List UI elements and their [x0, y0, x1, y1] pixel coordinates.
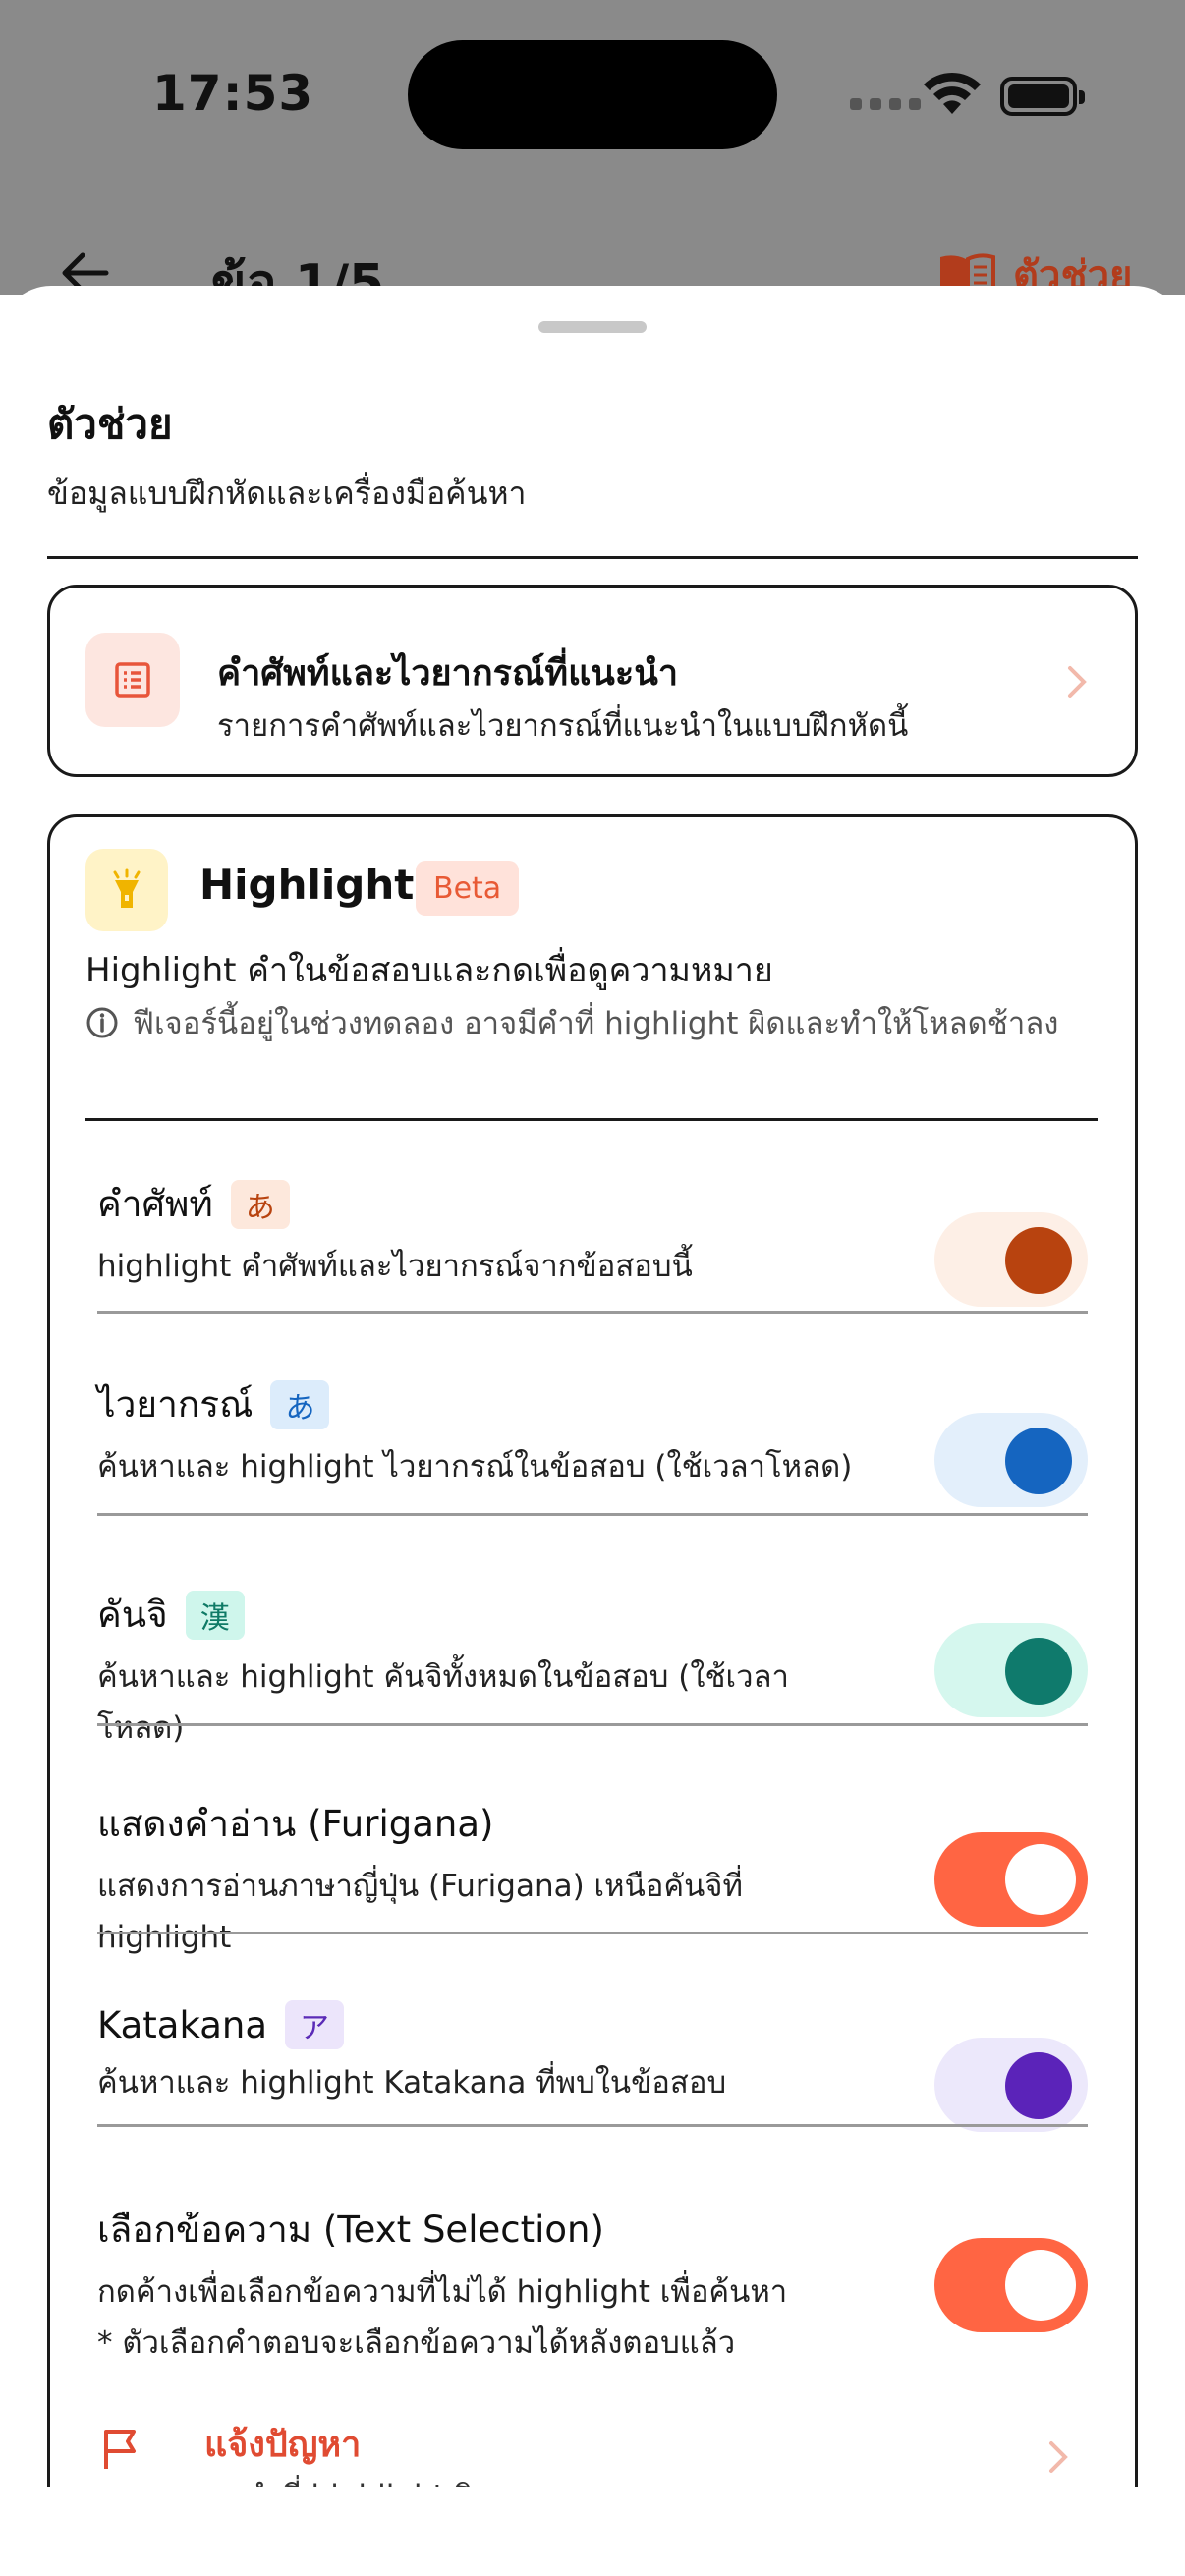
- beta-badge: Beta: [416, 861, 520, 916]
- setting-title-row: คำศัพท์ あ: [97, 1175, 1088, 1233]
- highlight-description: Highlight คำในข้อสอบและกดเพื่อดูความหมาย: [85, 951, 773, 990]
- list-icon: [85, 633, 180, 727]
- setting-description: ค้นหาและ highlight Katakana ที่พบในข้อสอ…: [97, 2065, 727, 2100]
- divider: [97, 1513, 1088, 1516]
- setting-title: แสดงคำอ่าน (Furigana): [97, 1803, 494, 1845]
- help-bottom-sheet: ตัวช่วย ข้อมูลแบบฝึกหัดและเครื่องมือค้นห…: [0, 286, 1185, 2487]
- highlight-note-text: ฟีเจอร์นี้อยู่ในช่วงทดลอง อาจมีคำที่ hig…: [133, 1006, 1059, 1041]
- setting-row-furigana: แสดงคำอ่าน (Furigana) แสดงการอ่านภาษาญี่ป…: [97, 1795, 1088, 1963]
- highlight-note: ฟีเจอร์นี้อยู่ในช่วงทดลอง อาจมีคำที่ hig…: [85, 1000, 1088, 1047]
- highlight-card: Highlight Beta Highlight คำในข้อสอบและกด…: [47, 814, 1138, 2487]
- chevron-right-icon: [1068, 666, 1087, 698]
- setting-description: กดค้างเพื่อเลือกข้อความที่ไม่ได้ highlig…: [97, 2274, 788, 2361]
- setting-row-katakana: Katakana ア ค้นหาและ highlight Katakana ที่…: [97, 2000, 1088, 2132]
- setting-title: คำศัพท์: [97, 1183, 213, 1225]
- setting-row-text-selection: เลือกข้อความ (Text Selection) กดค้างเพื่อ…: [97, 2201, 1088, 2369]
- divider: [97, 1311, 1088, 1314]
- toggle-knob: [1005, 2250, 1076, 2321]
- toggle-knob: [1005, 1428, 1072, 1494]
- divider: [47, 556, 1138, 559]
- highlight-title: Highlight: [199, 861, 415, 909]
- setting-title-row: แสดงคำอ่าน (Furigana): [97, 1795, 1088, 1853]
- toggle-knob: [1005, 1844, 1076, 1915]
- recommended-vocab-card[interactable]: คำศัพท์และไวยากรณ์ที่แนะนำ รายการคำศัพท์…: [47, 585, 1138, 777]
- status-time: 17:53: [152, 65, 314, 122]
- toggle-knob: [1005, 1638, 1072, 1705]
- toggle-furigana[interactable]: [934, 1832, 1088, 1927]
- setting-row-grammar: ไวยากรณ์ あ ค้นหาและ highlight ไวยากรณ์ในข้…: [97, 1375, 1088, 1507]
- report-problem-row[interactable]: แจ้งปัญหา พบคำที่ highlight ผิดพลาด: [94, 2398, 1085, 2487]
- sheet-title: ตัวช่วย: [47, 400, 173, 448]
- flag-icon: [104, 2430, 136, 2469]
- setting-row-kanji: คันจิ 漢 ค้นหาและ highlight คันจิทั้งหมดในข…: [97, 1586, 1088, 1754]
- setting-badge: あ: [230, 1179, 290, 1229]
- setting-description: แสดงการอ่านภาษาญี่ปุ่น (Furigana) เหนือค…: [97, 1869, 743, 1955]
- setting-badge: ア: [285, 2000, 345, 2049]
- divider: [97, 1723, 1088, 1726]
- sheet-grabber[interactable]: [538, 321, 647, 333]
- setting-title-row: ไวยากรณ์ あ: [97, 1375, 1088, 1433]
- toggle-text-selection[interactable]: [934, 2238, 1088, 2332]
- toggle-vocab[interactable]: [934, 1212, 1088, 1307]
- vocab-card-description: รายการคำศัพท์และไวยากรณ์ที่แนะนำในแบบฝึก…: [217, 708, 909, 744]
- dynamic-island: [408, 40, 777, 149]
- report-description: พบคำที่ highlight ผิดพลาด: [204, 2471, 568, 2487]
- setting-description: highlight คำศัพท์และไวยากรณ์จากข้อสอบนี้: [97, 1249, 693, 1284]
- setting-title: คันจิ: [97, 1594, 168, 1636]
- setting-title: ไวยากรณ์: [97, 1383, 254, 1426]
- setting-description: ค้นหาและ highlight คันจิทั้งหมดในข้อสอบ …: [97, 1659, 789, 1746]
- divider: [97, 1932, 1088, 1934]
- chevron-right-icon: [1049, 2441, 1068, 2473]
- divider: [97, 2124, 1088, 2127]
- setting-title-row: คันจิ 漢: [97, 1586, 1088, 1644]
- status-bar: 17:53: [0, 0, 1185, 196]
- setting-title: Katakana: [97, 2003, 268, 2046]
- setting-description: ค้นหาและ highlight ไวยากรณ์ในข้อสอบ (ใช้…: [97, 1449, 853, 1484]
- toggle-kanji[interactable]: [934, 1623, 1088, 1717]
- setting-badge: 漢: [185, 1590, 245, 1640]
- wifi-icon: [924, 72, 981, 114]
- toggle-katakana[interactable]: [934, 2038, 1088, 2132]
- toggle-knob: [1005, 1227, 1072, 1294]
- divider: [85, 1118, 1098, 1121]
- setting-badge: あ: [270, 1379, 330, 1429]
- setting-title: เลือกข้อความ (Text Selection): [97, 2209, 604, 2251]
- report-title: แจ้งปัญหา: [204, 2425, 362, 2465]
- vocab-card-title: คำศัพท์และไวยากรณ์ที่แนะนำ: [217, 653, 679, 694]
- setting-title-row: เลือกข้อความ (Text Selection): [97, 2201, 1088, 2259]
- toggle-knob: [1005, 2052, 1072, 2119]
- setting-row-vocab: คำศัพท์ あ highlight คำศัพท์และไวยากรณ์จากข…: [97, 1175, 1088, 1307]
- battery-icon: [1000, 77, 1085, 116]
- info-icon: [86, 1007, 118, 1038]
- setting-title-row: Katakana ア: [97, 2000, 1088, 2049]
- sheet-subtitle: ข้อมูลแบบฝึกหัดและเครื่องมือค้นหา: [47, 475, 527, 512]
- flashlight-icon: [85, 849, 168, 931]
- toggle-grammar[interactable]: [934, 1413, 1088, 1507]
- signal-icon: [850, 98, 921, 110]
